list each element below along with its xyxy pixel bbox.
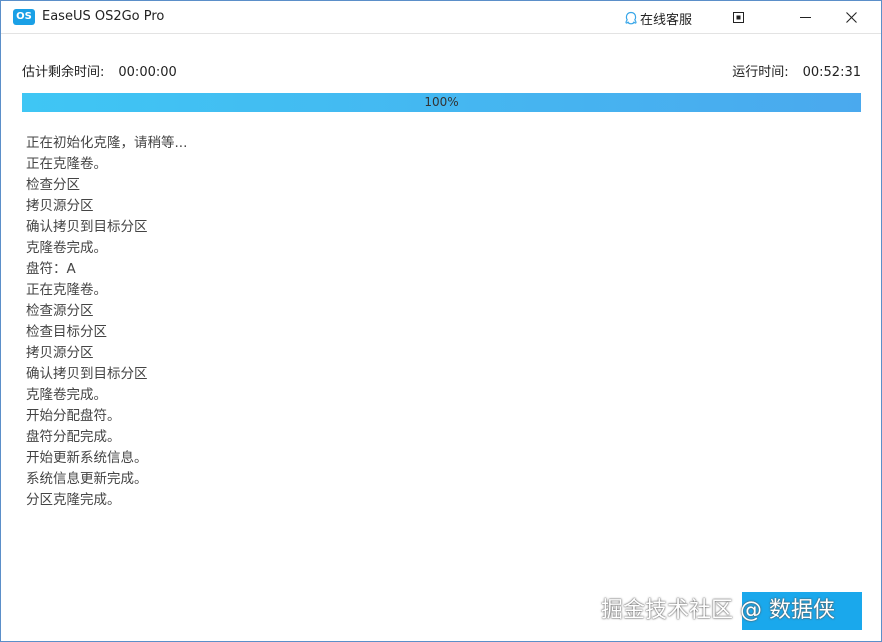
log-line: 拷贝源分区	[26, 198, 94, 214]
log-list: 正在初始化克隆，请稍等... 正在克隆卷。 检查分区 拷贝源分区 确认拷贝到目标分区 克隆…	[26, 133, 187, 511]
close-button[interactable]	[828, 1, 874, 33]
close-icon	[845, 11, 857, 23]
log-line: 分区克隆完成。	[26, 492, 121, 508]
online-support-label: 在线客服	[640, 13, 693, 28]
elapsed-time: 运行时间: 00:52:31	[732, 61, 861, 80]
log-line: 系统信息更新完成。	[26, 471, 148, 487]
minimize-button[interactable]	[782, 1, 828, 33]
log-line: 盘符分配完成。	[26, 429, 121, 445]
log-line: 克隆卷完成。	[26, 240, 107, 256]
restore-icon	[732, 11, 744, 23]
progress-label: 100%	[424, 95, 459, 109]
chat-bubble-icon	[625, 11, 637, 25]
minimize-icon	[799, 16, 811, 18]
elapsed-time-value: 00:52:31	[802, 65, 861, 80]
log-line: 克隆卷完成。	[26, 387, 107, 403]
log-line: 拷贝源分区	[26, 345, 94, 361]
log-line: 检查分区	[26, 177, 80, 193]
app-logo: OS	[13, 9, 35, 25]
log-line: 开始分配盘符。	[26, 408, 121, 424]
remaining-time-value: 00:00:00	[118, 65, 177, 80]
watermark: 掘金技术社区 @ 数据侠	[601, 598, 835, 623]
log-line: 检查源分区	[26, 303, 94, 319]
log-line: 盘符：A	[26, 261, 76, 277]
progress-bar: 100%	[22, 93, 861, 112]
restore-button[interactable]	[715, 1, 761, 33]
log-line: 确认拷贝到目标分区	[26, 366, 148, 382]
log-line: 开始更新系统信息。	[26, 450, 148, 466]
log-line: 正在初始化克隆，请稍等...	[26, 135, 188, 151]
remaining-time-label: 估计剩余时间:	[22, 65, 105, 80]
app-window: OS EaseUS OS2Go Pro 在线客服 估计剩余时间: 00:00:0…	[0, 0, 882, 642]
title-bar[interactable]: OS EaseUS OS2Go Pro 在线客服	[1, 1, 881, 34]
elapsed-time-label: 运行时间:	[732, 65, 789, 80]
log-line: 检查目标分区	[26, 324, 107, 340]
online-support-button[interactable]: 在线客服	[623, 9, 693, 28]
app-title: EaseUS OS2Go Pro	[42, 9, 165, 24]
remaining-time: 估计剩余时间: 00:00:00	[22, 61, 177, 80]
log-line: 正在克隆卷。	[26, 282, 107, 298]
log-line: 正在克隆卷。	[26, 156, 107, 172]
log-line: 确认拷贝到目标分区	[26, 219, 148, 235]
